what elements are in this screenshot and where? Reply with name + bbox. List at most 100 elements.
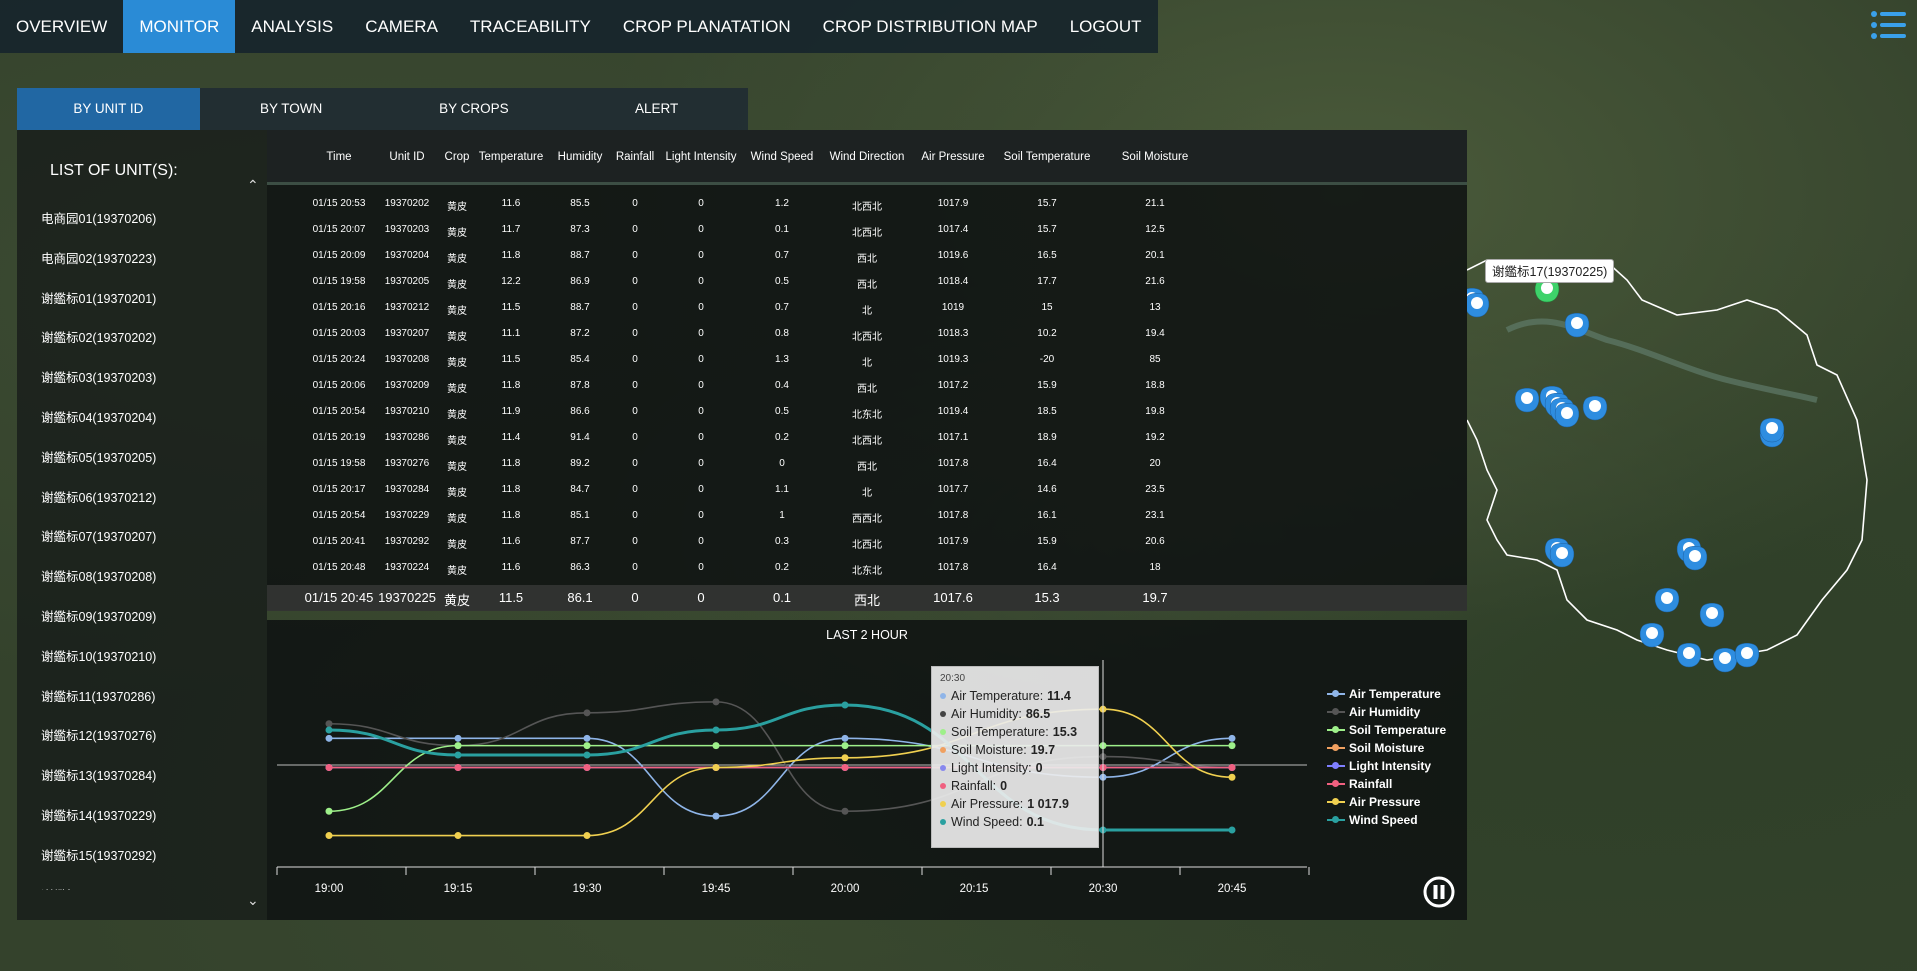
table-row[interactable]: 01/15 20:54 19370210 黄皮 11.9 86.6 0 0 0.5 北东北 101…	[267, 398, 1467, 424]
legend-item[interactable]: Wind Speed	[1327, 811, 1446, 829]
unit-list-item[interactable]: 谢鑑标01(19370201)	[41, 280, 251, 320]
unit-list-item[interactable]: 谢鑑标05(19370205)	[41, 439, 251, 479]
tooltip-label: Air Temperature:	[951, 689, 1044, 703]
table-cell: 0	[697, 590, 705, 605]
unit-list-item[interactable]: 谢鑑标13(19370284)	[41, 757, 251, 797]
table-row[interactable]: 01/15 20:16 19370212 黄皮 11.5 88.7 0 0 0.7 北 1019 1…	[267, 294, 1467, 320]
tab-alert[interactable]: ALERT	[565, 88, 748, 130]
map-marker-icon	[1712, 648, 1738, 673]
unit-location-map[interactable]	[1467, 240, 1917, 720]
history-line-chart[interactable]: 19:00 19:15 19:30 19:45 20:00 20:15 20:30 20:45	[267, 620, 1327, 920]
scroll-down-icon[interactable]: ⌄	[247, 892, 259, 909]
tooltip-label: Air Pressure:	[951, 797, 1024, 811]
table-cell: 黄皮	[447, 202, 467, 213]
table-cell: 1017.9	[937, 536, 969, 547]
data-point-air-pressure	[712, 764, 720, 771]
table-row[interactable]: 01/15 20:48 19370224 黄皮 11.6 86.3 0 0 0.2 北东北 101…	[267, 554, 1467, 580]
column-header[interactable]: Air Pressure	[921, 151, 984, 163]
table-cell: 0	[698, 432, 704, 443]
column-header[interactable]: Unit ID	[389, 151, 424, 163]
column-header[interactable]: Humidity	[558, 151, 603, 163]
table-cell: 黄皮	[443, 593, 471, 608]
table-row[interactable]: 01/15 20:09 19370204 黄皮 11.8 88.7 0 0 0.7 西北 1019…	[267, 242, 1467, 268]
legend-item[interactable]: Rainfall	[1327, 775, 1446, 793]
table-row[interactable]: 01/15 20:53 19370202 黄皮 11.6 85.5 0 0 1.2 北西北 101…	[267, 190, 1467, 216]
table-row[interactable]: 01/15 20:17 19370284 黄皮 11.8 84.7 0 0 1.1 北 1017.…	[267, 476, 1467, 502]
tooltip-rows: Air Temperature: 11.4 Air Humidity: 86.5 Soi…	[940, 687, 1090, 831]
unit-list-item[interactable]: 谢鑑标04(19370204)	[41, 399, 251, 439]
legend-swatch	[1327, 725, 1345, 735]
column-header[interactable]: Wind Speed	[751, 151, 814, 163]
nav-logout[interactable]: LOGOUT	[1054, 0, 1158, 53]
map-marker-icon	[1639, 623, 1665, 648]
unit-list-item[interactable]: 谢鑑标14(19370229)	[41, 797, 251, 837]
nav-crop-planatation[interactable]: CROP PLANATATION	[607, 0, 807, 53]
nav-monitor[interactable]: MONITOR	[123, 0, 236, 53]
nav-traceability[interactable]: TRACEABILITY	[454, 0, 607, 53]
unit-list-item[interactable]: 谢鑑标12(19370276)	[41, 717, 251, 757]
tab-by-crops[interactable]: BY CROPS	[383, 88, 566, 130]
nav-crop-distribution-map[interactable]: CROP DISTRIBUTION MAP	[807, 0, 1054, 53]
table-row[interactable]: 01/15 19:58 19370276 黄皮 11.8 89.2 0 0 0 西北 1017.8…	[267, 450, 1467, 476]
unit-list-item[interactable]: 谢鑑标02(19370202)	[41, 319, 251, 359]
column-header[interactable]: Light Intensity	[666, 151, 737, 163]
table-row[interactable]: 01/15 20:54 19370229 黄皮 11.8 85.1 0 0 1 西西北 1017.…	[267, 502, 1467, 528]
table-cell: 黄皮	[447, 306, 467, 317]
legend-item[interactable]: Soil Temperature	[1327, 721, 1446, 739]
nav-overview[interactable]: OVERVIEW	[0, 0, 123, 53]
table-cell: 20	[1149, 458, 1161, 469]
menu-icon[interactable]	[1869, 8, 1907, 42]
nav-analysis[interactable]: ANALYSIS	[235, 0, 349, 53]
nav-camera[interactable]: CAMERA	[349, 0, 454, 53]
unit-list-item[interactable]: 电商园02(19370223)	[41, 240, 251, 280]
unit-list-item[interactable]: 谢鑑标03(19370203)	[41, 359, 251, 399]
map-marker-icon	[1759, 418, 1785, 443]
unit-list-item[interactable]: 谢鑑标15(19370292)	[41, 837, 251, 877]
table-cell: 1.1	[775, 484, 789, 495]
column-header[interactable]: Crop	[445, 151, 470, 163]
table-row[interactable]: 01/15 20:06 19370209 黄皮 11.8 87.8 0 0 0.4 西北 1017…	[267, 372, 1467, 398]
table-row-selected[interactable]: 01/15 20:45 19370225 黄皮 11.5 86.1 0 0 0.1 西北 1017…	[267, 585, 1467, 611]
table-row[interactable]: 01/15 20:19 19370286 黄皮 11.4 91.4 0 0 0.2 北西北 101…	[267, 424, 1467, 450]
column-header[interactable]: Soil Moisture	[1122, 151, 1188, 163]
legend-item[interactable]: Soil Moisture	[1327, 739, 1446, 757]
unit-list-item[interactable]: 谢鑑标09(19370209)	[41, 598, 251, 638]
table-cell: 西西北	[852, 514, 882, 525]
table-row[interactable]: 01/15 20:24 19370208 黄皮 11.5 85.4 0 0 1.3 北 1019.…	[267, 346, 1467, 372]
column-header[interactable]: Time	[326, 151, 351, 163]
unit-list-item[interactable]: 谢鑑标10(19370210)	[41, 638, 251, 678]
pause-icon[interactable]	[1422, 875, 1456, 909]
legend-item[interactable]: Light Intensity	[1327, 757, 1446, 775]
legend-item[interactable]: Air Pressure	[1327, 793, 1446, 811]
table-cell: 86.6	[570, 406, 590, 417]
unit-list-item[interactable]: 谢鑑标08(19370208)	[41, 558, 251, 598]
unit-list-item[interactable]: 谢鑑标06(19370212)	[41, 479, 251, 519]
column-header[interactable]: Wind Direction	[830, 151, 905, 163]
column-header[interactable]: Rainfall	[616, 151, 654, 163]
table-row[interactable]: 01/15 20:07 19370203 黄皮 11.7 87.3 0 0 0.1 北西北 101…	[267, 216, 1467, 242]
column-header[interactable]: Temperature	[479, 151, 544, 163]
column-header[interactable]: Soil Temperature	[1004, 151, 1091, 163]
table-cell: 19370229	[384, 510, 430, 521]
table-row[interactable]: 01/15 20:41 19370292 黄皮 11.6 87.7 0 0 0.3 北西北 101…	[267, 528, 1467, 554]
table-row[interactable]: 01/15 20:03 19370207 黄皮 11.1 87.2 0 0 0.8 北西北 101…	[267, 320, 1467, 346]
tab-by-unit-id[interactable]: BY UNIT ID	[17, 88, 200, 130]
table-cell: 10.2	[1037, 328, 1057, 339]
unit-list-item[interactable]: 电商园01(19370206)	[41, 200, 251, 240]
tooltip-series-dot	[940, 711, 946, 717]
unit-list-item[interactable]: 谢鑑标07(19370207)	[41, 518, 251, 558]
tooltip-series-dot	[940, 747, 946, 753]
unit-list-item[interactable]: 谢鑑标16(19370224)	[41, 877, 251, 890]
table-cell: 1019.6	[937, 250, 969, 261]
tab-by-town[interactable]: BY TOWN	[200, 88, 383, 130]
table-cell: 89.2	[570, 458, 590, 469]
scroll-up-icon[interactable]: ⌃	[247, 177, 259, 194]
table-cell: 11.9	[501, 406, 521, 417]
table-cell: 87.2	[570, 328, 590, 339]
table-row[interactable]: 01/15 19:58 19370205 黄皮 12.2 86.9 0 0 0.5 西北 1018…	[267, 268, 1467, 294]
unit-list-item[interactable]: 谢鑑标11(19370286)	[41, 678, 251, 718]
legend-swatch	[1327, 779, 1345, 789]
legend-item[interactable]: Air Humidity	[1327, 703, 1446, 721]
table-cell: 13	[1149, 302, 1161, 313]
legend-item[interactable]: Air Temperature	[1327, 685, 1446, 703]
